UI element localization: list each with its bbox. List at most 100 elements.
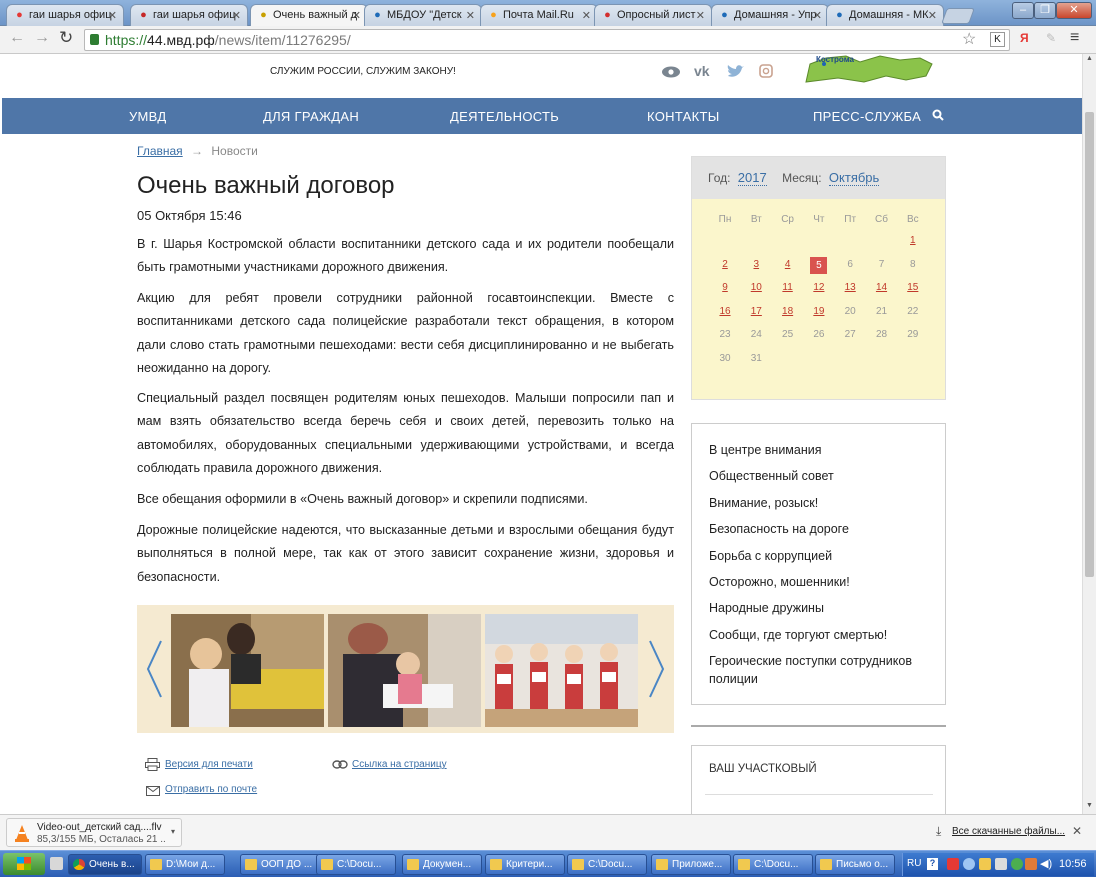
sidebar-menu-item[interactable]: Сообщи, где торгуют смертью! <box>709 626 887 644</box>
sidebar-menu-item[interactable]: Народные дружины <box>709 599 824 617</box>
calendar-day[interactable]: 14 <box>872 282 892 293</box>
close-tab-icon[interactable]: ✕ <box>928 9 937 22</box>
quick-launch-icon[interactable] <box>50 857 63 870</box>
taskbar-item[interactable]: ООП ДО ... <box>240 854 320 875</box>
bookmark-star-icon[interactable]: ☆ <box>962 29 976 49</box>
browser-tab[interactable]: ● Очень важный д ✕ <box>250 4 368 26</box>
sidebar-menu-item[interactable]: Борьба с коррупцией <box>709 547 832 565</box>
clock[interactable]: 10:56 <box>1059 858 1087 870</box>
calendar-day[interactable]: 15 <box>903 282 923 293</box>
print-version-link[interactable]: Версия для печати <box>165 759 253 770</box>
uchastkovy-title[interactable]: ВАШ УЧАСТКОВЫЙ <box>709 763 817 775</box>
nav-citizens[interactable]: ДЛЯ ГРАЖДАН <box>263 109 359 124</box>
breadcrumb-home[interactable]: Главная <box>137 144 183 158</box>
calendar-day[interactable]: 12 <box>809 282 829 293</box>
month-select[interactable]: Октябрь <box>828 170 880 186</box>
vk-icon[interactable]: vk <box>694 63 710 79</box>
calendar-day[interactable]: 18 <box>778 306 798 317</box>
close-tab-icon[interactable]: ✕ <box>466 9 475 22</box>
browser-tab[interactable]: ● Домашняя - Упр ✕ <box>711 4 829 26</box>
browser-tab[interactable]: ● Почта Mail.Ru ✕ <box>480 4 598 26</box>
send-by-email-link[interactable]: Отправить по почте <box>165 784 257 795</box>
tray-icon[interactable] <box>947 858 959 870</box>
taskbar-item[interactable]: Очень в... <box>68 854 142 875</box>
year-select[interactable]: 2017 <box>737 170 767 186</box>
browser-tab[interactable]: ● МБДОУ "Детск ✕ <box>364 4 482 26</box>
sidebar-menu-item[interactable]: В центре внимания <box>709 441 822 459</box>
sidebar-menu-item[interactable]: Героические поступки сотрудников полиции <box>709 652 919 688</box>
gallery-photo[interactable] <box>171 614 324 727</box>
language-indicator[interactable]: RU <box>907 858 921 869</box>
scroll-up-icon[interactable]: ▲ <box>1086 55 1093 62</box>
tray-icon[interactable] <box>1011 858 1023 870</box>
all-downloads-link[interactable]: Все скачанные файлы... <box>952 826 1065 837</box>
instagram-icon[interactable] <box>759 64 773 78</box>
taskbar-item[interactable]: Докумен... <box>402 854 482 875</box>
volume-icon[interactable]: ◀) <box>1040 857 1052 870</box>
new-tab-button[interactable] <box>941 8 975 24</box>
calendar-day[interactable]: 16 <box>715 306 735 317</box>
tray-icon[interactable] <box>995 858 1007 870</box>
sidebar-menu-item[interactable]: Общественный совет <box>709 467 834 485</box>
reload-icon[interactable]: ↻ <box>59 28 73 48</box>
close-tab-icon[interactable]: ✕ <box>108 9 117 22</box>
extension-k-icon[interactable]: K <box>990 32 1005 47</box>
close-tab-icon[interactable]: ✕ <box>352 9 361 22</box>
menu-icon[interactable]: ≡ <box>1070 29 1079 47</box>
minimize-button[interactable]: – <box>1012 2 1034 19</box>
back-icon[interactable]: ← <box>9 29 25 47</box>
nav-contacts[interactable]: КОНТАКТЫ <box>647 109 720 124</box>
scrollbar-thumb[interactable] <box>1085 112 1094 577</box>
taskbar-item[interactable]: D:\Мои д... <box>145 854 225 875</box>
close-tab-icon[interactable]: ✕ <box>813 9 822 22</box>
download-menu-icon[interactable]: ▾ <box>171 827 175 836</box>
calendar-day[interactable]: 9 <box>715 282 735 293</box>
extension-icon[interactable]: ✎ <box>1046 31 1056 45</box>
sidebar-menu-item[interactable]: Осторожно, мошенники! <box>709 573 850 591</box>
calendar-day[interactable]: 10 <box>746 282 766 293</box>
calendar-day[interactable]: 11 <box>778 282 798 293</box>
close-tab-icon[interactable]: ✕ <box>232 9 241 22</box>
close-window-button[interactable]: ✕ <box>1056 2 1092 19</box>
search-icon[interactable] <box>932 109 944 121</box>
start-button[interactable] <box>3 853 45 875</box>
page-link[interactable]: Ссылка на страницу <box>352 759 447 770</box>
gallery-photo[interactable] <box>485 614 638 727</box>
taskbar-item[interactable]: C:\Docu... <box>733 854 813 875</box>
taskbar-item[interactable]: Критери... <box>485 854 565 875</box>
sidebar-menu-item[interactable]: Внимание, розыск! <box>709 494 818 512</box>
close-tab-icon[interactable]: ✕ <box>696 9 705 22</box>
taskbar-item[interactable]: C:\Docu... <box>567 854 647 875</box>
tray-icon[interactable] <box>1025 858 1037 870</box>
gallery-photo[interactable] <box>328 614 481 727</box>
nav-press[interactable]: ПРЕСС-СЛУЖБА <box>813 109 921 124</box>
browser-tab[interactable]: ● Домашняя - МК ✕ <box>826 4 944 26</box>
close-download-bar-icon[interactable]: ✕ <box>1072 824 1082 838</box>
taskbar-item[interactable]: Письмо о... <box>815 854 895 875</box>
nav-activity[interactable]: ДЕЯТЕЛЬНОСТЬ <box>450 109 559 124</box>
calendar-day[interactable]: 13 <box>840 282 860 293</box>
download-item[interactable]: Video-out_детский сад....flv 85,3/155 МБ… <box>6 818 182 847</box>
taskbar-item[interactable]: C:\Docu... <box>316 854 396 875</box>
close-tab-icon[interactable]: ✕ <box>582 9 591 22</box>
gallery-prev-icon[interactable] <box>145 639 163 699</box>
calendar-day[interactable]: 4 <box>778 259 798 270</box>
maximize-button[interactable]: ❐ <box>1034 2 1056 19</box>
yandex-extension-icon[interactable]: Я <box>1020 31 1029 45</box>
nav-umvd[interactable]: УМВД <box>129 109 166 124</box>
taskbar-item[interactable]: Приложе... <box>651 854 731 875</box>
scroll-down-icon[interactable]: ▼ <box>1086 802 1093 809</box>
calendar-day[interactable]: 2 <box>715 259 735 270</box>
gallery-next-icon[interactable] <box>648 639 666 699</box>
sidebar-menu-item[interactable]: Безопасность на дороге <box>709 520 849 538</box>
calendar-day[interactable]: 19 <box>809 306 829 317</box>
help-icon[interactable]: ? <box>927 858 938 870</box>
browser-tab[interactable]: ● гаи шарья офиц ✕ <box>130 4 248 26</box>
forward-icon[interactable]: → <box>34 29 50 47</box>
tray-icon[interactable] <box>963 858 975 870</box>
twitter-icon[interactable] <box>727 64 745 79</box>
eye-icon[interactable] <box>661 65 681 79</box>
address-bar[interactable]: https://44.мвд.рф/news/item/11276295/ <box>84 29 1010 51</box>
calendar-day[interactable]: 3 <box>746 259 766 270</box>
calendar-day[interactable]: 17 <box>746 306 766 317</box>
